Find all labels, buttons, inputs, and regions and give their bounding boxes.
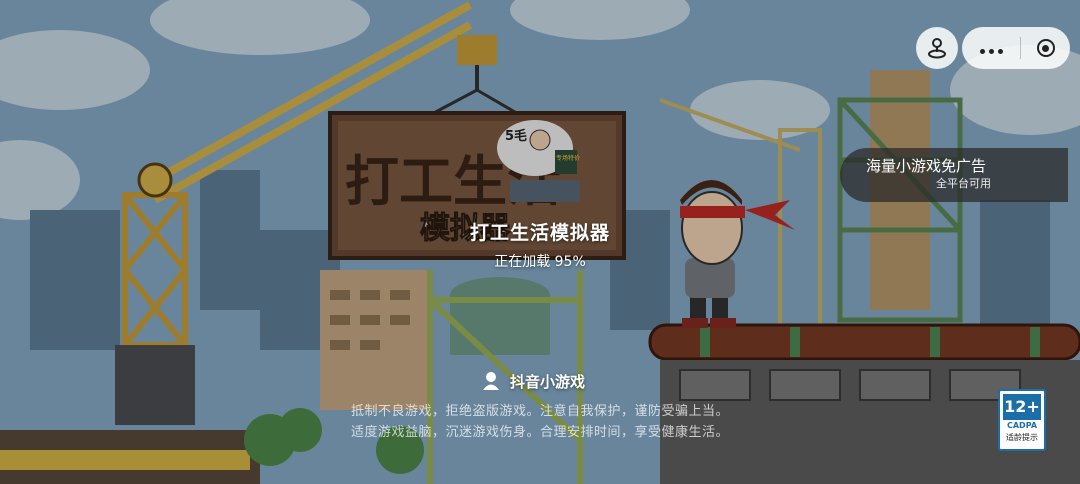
- miniprogram-capsule: [962, 27, 1070, 69]
- more-button[interactable]: [962, 27, 1020, 69]
- joystick-button[interactable]: [916, 27, 958, 69]
- platform-name: 抖音小游戏: [510, 372, 586, 391]
- age-rating-org: CADPA: [1006, 421, 1038, 430]
- age-rating-badge[interactable]: 12+ CADPA 适龄提示: [998, 389, 1046, 451]
- ad-banner-subtitle: 全平台可用: [936, 177, 991, 190]
- game-title: 打工生活模拟器: [469, 222, 610, 244]
- health-notice-line-1: 抵制不良游戏，拒绝盗版游戏。注意自我保护，谨防受骗上当。: [350, 404, 729, 419]
- close-circle-icon: [1036, 39, 1055, 57]
- age-rating-label: 12+: [1003, 394, 1041, 420]
- close-button[interactable]: [1021, 27, 1070, 69]
- age-rating-tip: 适龄提示: [1006, 433, 1038, 442]
- ad-free-banner[interactable]: 海量小游戏免广告 全平台可用: [840, 148, 1068, 202]
- joystick-icon: [928, 38, 946, 59]
- loading-progress-text: 正在加载 95%: [494, 254, 586, 270]
- douyin-game-logo-icon: [483, 372, 499, 390]
- platform-brand: 抖音小游戏: [480, 369, 585, 393]
- health-notice-line-2: 适度游戏益脑，沉迷游戏伤身。合理安排时间，享受健康生活。: [350, 425, 729, 440]
- more-dots-icon: [978, 39, 1005, 58]
- ad-banner-title: 海量小游戏免广告: [866, 157, 987, 175]
